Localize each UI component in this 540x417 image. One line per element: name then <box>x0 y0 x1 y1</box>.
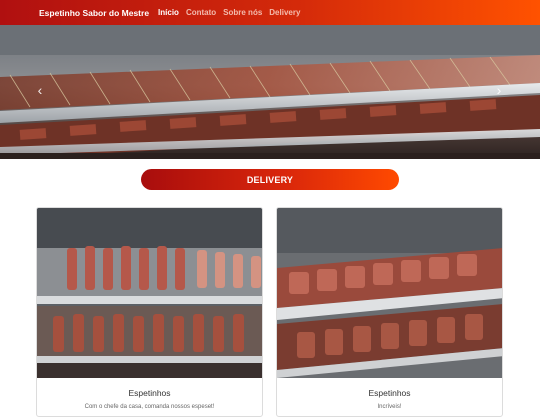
brand-name[interactable]: Espetinho Sabor do Mestre <box>39 8 149 18</box>
card-title: Espetinhos <box>368 388 411 398</box>
delivery-button[interactable]: DELIVERY <box>141 169 399 190</box>
nav-link-sobre-nos[interactable]: Sobre nós <box>223 8 262 17</box>
navbar: Espetinho Sabor do Mestre Início Contato… <box>0 0 540 25</box>
card-image <box>37 208 262 378</box>
product-card[interactable]: Espetinhos Incríveis! <box>276 207 503 417</box>
hero-carousel: ‹ › <box>0 25 540 159</box>
nav-link-inicio[interactable]: Início <box>158 8 179 17</box>
hero-grill-image <box>0 25 540 159</box>
card-title: Espetinhos <box>128 388 171 398</box>
chevron-left-icon[interactable]: ‹ <box>33 81 47 99</box>
chevron-right-icon[interactable]: › <box>492 81 506 99</box>
nav-link-contato[interactable]: Contato <box>186 8 216 17</box>
nav-link-delivery[interactable]: Delivery <box>269 8 300 17</box>
card-image <box>277 208 502 378</box>
product-card[interactable]: Espetinhos Com o chefe da casa, comanda … <box>36 207 263 417</box>
